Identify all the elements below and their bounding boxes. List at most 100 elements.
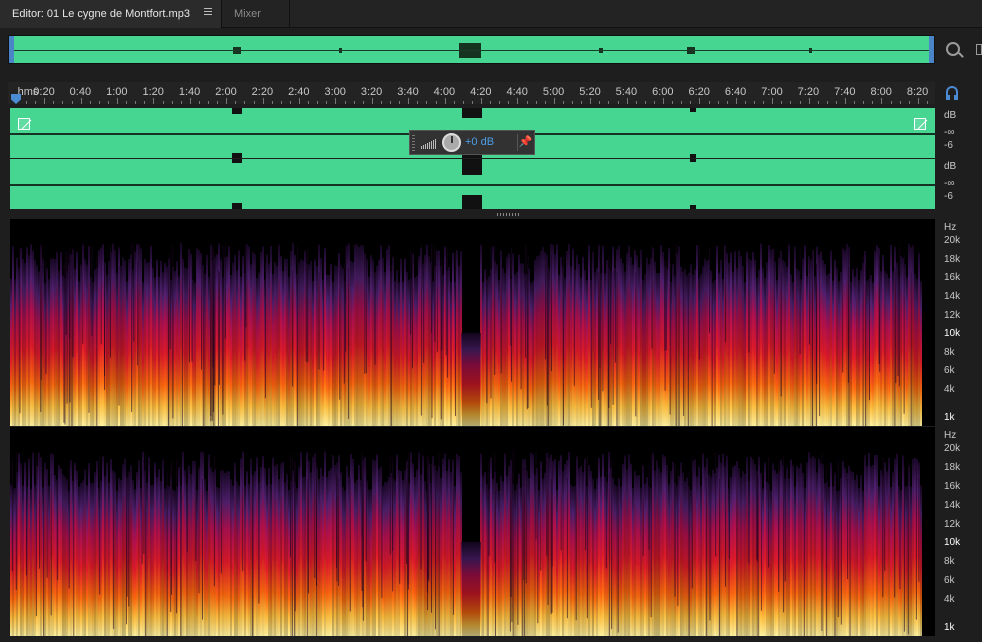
hz-label: 6k bbox=[944, 365, 955, 377]
ruler-tick bbox=[326, 101, 328, 104]
ruler-tick-label: 3:40 bbox=[397, 86, 419, 98]
waveform-right-centerline bbox=[10, 183, 935, 186]
ruler-tick bbox=[735, 98, 737, 104]
ruler-tick bbox=[581, 101, 583, 104]
overview-left-handle[interactable] bbox=[9, 36, 14, 63]
spectrogram-right-image bbox=[10, 427, 935, 636]
ruler-tick bbox=[672, 101, 674, 104]
hz-label: 18k bbox=[944, 461, 961, 473]
ruler-tick bbox=[508, 101, 510, 104]
volume-value[interactable]: +0 dB bbox=[465, 136, 494, 148]
ruler-tick bbox=[635, 101, 637, 104]
ruler-tick bbox=[826, 101, 828, 104]
ruler-tick bbox=[690, 101, 692, 104]
ruler-tick bbox=[117, 98, 118, 104]
ruler-tick-label: 5:40 bbox=[615, 86, 638, 98]
ruler-tick bbox=[244, 101, 246, 104]
ruler-tick bbox=[289, 101, 291, 104]
ruler-tick-label: 3:00 bbox=[324, 86, 346, 98]
ruler-tick-label: 7:20 bbox=[797, 86, 820, 98]
hz-unit-label: Hz bbox=[944, 430, 957, 441]
overview-right-handle[interactable] bbox=[929, 36, 934, 63]
ruler-tick bbox=[590, 98, 592, 104]
hz-label: 10k bbox=[944, 328, 961, 340]
tab-mixer[interactable]: Mixer bbox=[222, 0, 290, 28]
ruler-tick bbox=[26, 101, 27, 104]
ruler-tick-label: 0:20 bbox=[33, 86, 55, 98]
tab-editor[interactable]: Editor: 01 Le cygne de Montfort.mp3 bbox=[0, 0, 222, 28]
ruler-tick bbox=[835, 101, 837, 104]
fade-out-icon[interactable] bbox=[914, 118, 926, 130]
panel-icon[interactable] bbox=[976, 44, 982, 55]
ruler-tick bbox=[562, 101, 564, 104]
ruler-tick bbox=[208, 101, 209, 104]
hz-label: 12k bbox=[944, 309, 961, 321]
knob-icon[interactable] bbox=[442, 133, 461, 152]
ruler-tick-label: 2:20 bbox=[251, 86, 274, 98]
ruler-tick bbox=[98, 101, 100, 104]
ruler-tick bbox=[890, 101, 892, 104]
ruler-tick bbox=[517, 98, 519, 104]
spectrogram-right[interactable] bbox=[10, 427, 935, 636]
ruler-tick bbox=[708, 101, 710, 104]
ruler-tick bbox=[126, 101, 128, 104]
db-label: -∞ bbox=[944, 127, 955, 138]
ruler-tick bbox=[380, 101, 382, 104]
menu-icon[interactable] bbox=[204, 8, 212, 18]
ruler-tick bbox=[280, 101, 282, 104]
hz-label: 1k bbox=[944, 622, 955, 633]
ruler-tick bbox=[171, 101, 173, 104]
ruler-tick bbox=[681, 101, 683, 104]
hud-grip[interactable] bbox=[412, 135, 415, 151]
ruler-tick-label: 4:00 bbox=[433, 86, 456, 98]
ruler-tick bbox=[44, 98, 46, 104]
ruler-tick bbox=[908, 101, 910, 104]
zoom-icon[interactable] bbox=[946, 42, 960, 56]
ruler-tick bbox=[799, 101, 801, 104]
hz-label: 8k bbox=[944, 346, 955, 358]
overview-waveform[interactable] bbox=[8, 35, 935, 64]
ruler-tick bbox=[62, 101, 64, 104]
db-unit-label: dB bbox=[944, 161, 957, 172]
headphone-icon[interactable] bbox=[946, 86, 958, 100]
ruler-tick bbox=[226, 98, 228, 104]
ruler-tick-label: 8:20 bbox=[906, 86, 929, 98]
ruler-tick bbox=[526, 101, 528, 104]
hz-label: 20k bbox=[944, 235, 961, 246]
ruler-tick bbox=[235, 101, 237, 104]
ruler-tick bbox=[426, 101, 428, 104]
db-label: -∞ bbox=[944, 178, 955, 189]
ruler-tick bbox=[299, 98, 300, 104]
overview-centerline bbox=[9, 50, 934, 51]
ruler-tick-label: 7:40 bbox=[834, 86, 856, 98]
tab-editor-label: Editor: 01 Le cygne de Montfort.mp3 bbox=[12, 8, 190, 20]
ruler-tick bbox=[162, 101, 164, 104]
ruler-tick bbox=[572, 101, 573, 104]
db-label: -6 bbox=[944, 191, 953, 202]
ruler-tick bbox=[790, 101, 792, 104]
ruler-tick bbox=[180, 101, 182, 104]
spectrogram-left[interactable] bbox=[10, 219, 935, 426]
time-ruler[interactable]: hms 0:20 0:40 1:00 1:20 1:40 2:00 2:20 2:40 3:00… bbox=[8, 82, 935, 104]
db-scale-right: dB -∞ -6 bbox=[940, 159, 982, 209]
fade-in-icon[interactable] bbox=[18, 118, 30, 130]
spectrogram-left-image bbox=[10, 219, 935, 426]
ruler-tick-label: 8:00 bbox=[870, 86, 892, 98]
ruler-tick bbox=[899, 101, 901, 104]
pin-icon[interactable]: 📌 bbox=[517, 134, 533, 151]
waveform-channel-right[interactable] bbox=[10, 159, 935, 209]
hz-unit-label: Hz bbox=[944, 222, 957, 233]
volume-hud[interactable]: +0 dB 📌 bbox=[409, 130, 535, 155]
hz-label: 16k bbox=[944, 480, 961, 492]
ruler-tick bbox=[881, 98, 883, 104]
ruler-tick bbox=[499, 101, 501, 104]
ruler-tick bbox=[808, 98, 810, 104]
playhead-marker[interactable] bbox=[11, 94, 21, 104]
ruler-tick-label: 6:20 bbox=[688, 86, 710, 98]
db-unit-label: dB bbox=[944, 110, 957, 121]
ruler-tick bbox=[271, 101, 273, 104]
view-splitter[interactable] bbox=[497, 213, 521, 216]
ruler-tick bbox=[817, 101, 819, 104]
view-tools bbox=[942, 38, 982, 62]
ruler-tick bbox=[308, 101, 310, 104]
